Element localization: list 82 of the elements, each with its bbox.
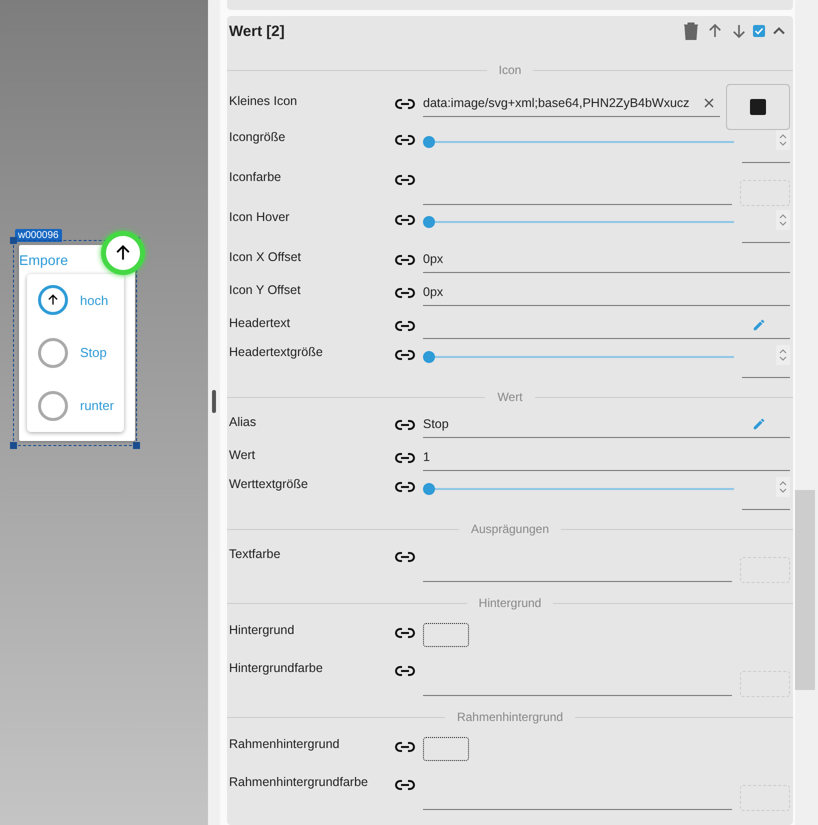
field-label: Rahmenhintergrundfarbe (229, 774, 369, 789)
widget-title: Empore (19, 252, 68, 268)
field-label: Hintergrundfarbe (229, 660, 324, 675)
input-field[interactable]: 0px (423, 246, 790, 273)
slider-thumb[interactable] (423, 136, 435, 148)
field-label: Icon Hover (229, 210, 290, 224)
slider[interactable] (423, 136, 734, 148)
delete-button[interactable] (681, 21, 701, 41)
card-title: Wert [2] (229, 22, 286, 40)
field-label: Werttextgröße (229, 477, 309, 491)
spinner-icon[interactable] (779, 348, 787, 362)
fab-button[interactable] (101, 231, 145, 275)
radio-button[interactable] (38, 285, 68, 316)
link-icon[interactable] (395, 214, 415, 226)
splitter-handle[interactable] (212, 390, 216, 413)
field-label: Wert (229, 447, 256, 462)
field-label: Textfarbe (229, 546, 282, 561)
spinner-icon[interactable] (779, 213, 787, 227)
field-label: Headertextgröße (229, 345, 324, 359)
field-label: Iconfarbe (229, 169, 282, 184)
widget-id-tag: w000096 (15, 229, 62, 242)
close-icon[interactable] (704, 98, 714, 108)
slider[interactable] (423, 351, 734, 363)
spinner-icon[interactable] (779, 480, 787, 494)
link-icon[interactable] (395, 98, 415, 110)
field-label: Hintergrund (229, 622, 296, 637)
link-icon[interactable] (395, 551, 415, 563)
link-icon[interactable] (395, 452, 415, 464)
field-label: Icon X Offset (229, 249, 302, 264)
arrow-up-icon (46, 293, 60, 308)
number-field[interactable] (742, 130, 790, 163)
radio-button[interactable] (38, 390, 68, 421)
section-heading: Ausprägungen (470, 522, 550, 536)
field-label: Headertext (229, 315, 292, 330)
field-label: Rahmenhintergrund (229, 736, 340, 751)
link-icon[interactable] (395, 254, 415, 266)
icon-preview-button[interactable] (726, 84, 790, 130)
field-label: Kleines Icon (229, 93, 298, 108)
section-heading: Icon (498, 63, 522, 77)
edit-icon[interactable] (752, 318, 766, 332)
link-icon[interactable] (395, 419, 415, 431)
color-swatch[interactable] (740, 671, 790, 697)
input-field[interactable]: Stop (423, 411, 790, 438)
field-label: Icon Y Offset (229, 282, 302, 297)
color-swatch[interactable] (740, 557, 790, 583)
image-drop-box[interactable] (423, 737, 469, 761)
color-swatch[interactable] (740, 785, 790, 811)
scrollbar-thumb[interactable] (795, 490, 815, 690)
link-icon[interactable] (395, 287, 415, 299)
link-icon[interactable] (395, 481, 415, 493)
section-heading: Hintergrund (478, 596, 542, 610)
checkbox[interactable] (753, 25, 765, 37)
slider[interactable] (423, 216, 734, 228)
link-icon[interactable] (395, 665, 415, 677)
section-heading: Rahmenhintergrund (456, 710, 564, 724)
spinner-icon[interactable] (779, 133, 787, 147)
link-icon[interactable] (395, 779, 415, 791)
link-icon[interactable] (395, 320, 415, 332)
input-field[interactable]: data:image/svg+xml;base64,PHN2ZyB4bWxucz (423, 90, 720, 117)
slider-thumb[interactable] (423, 216, 435, 228)
link-icon[interactable] (395, 134, 415, 146)
input-field[interactable]: 0px (423, 279, 790, 306)
color-swatch[interactable] (740, 180, 790, 206)
square-icon (750, 99, 766, 115)
edit-icon[interactable] (752, 417, 766, 431)
slider-thumb[interactable] (423, 483, 435, 495)
arrow-down-icon (730, 22, 748, 40)
slider[interactable] (423, 483, 734, 495)
field-label: Alias (229, 414, 258, 429)
link-icon[interactable] (395, 741, 415, 753)
image-drop-box[interactable] (423, 623, 469, 647)
number-field[interactable] (742, 210, 790, 243)
number-field[interactable] (742, 477, 790, 510)
field-label: Icongröße (229, 130, 286, 144)
link-icon[interactable] (395, 174, 415, 186)
input-field[interactable]: 1 (423, 444, 790, 471)
link-icon[interactable] (395, 627, 415, 639)
number-field[interactable] (742, 345, 790, 378)
slider-thumb[interactable] (423, 351, 435, 363)
section-heading: Wert (497, 390, 523, 404)
radio-button[interactable] (38, 338, 68, 368)
link-icon[interactable] (395, 349, 415, 361)
